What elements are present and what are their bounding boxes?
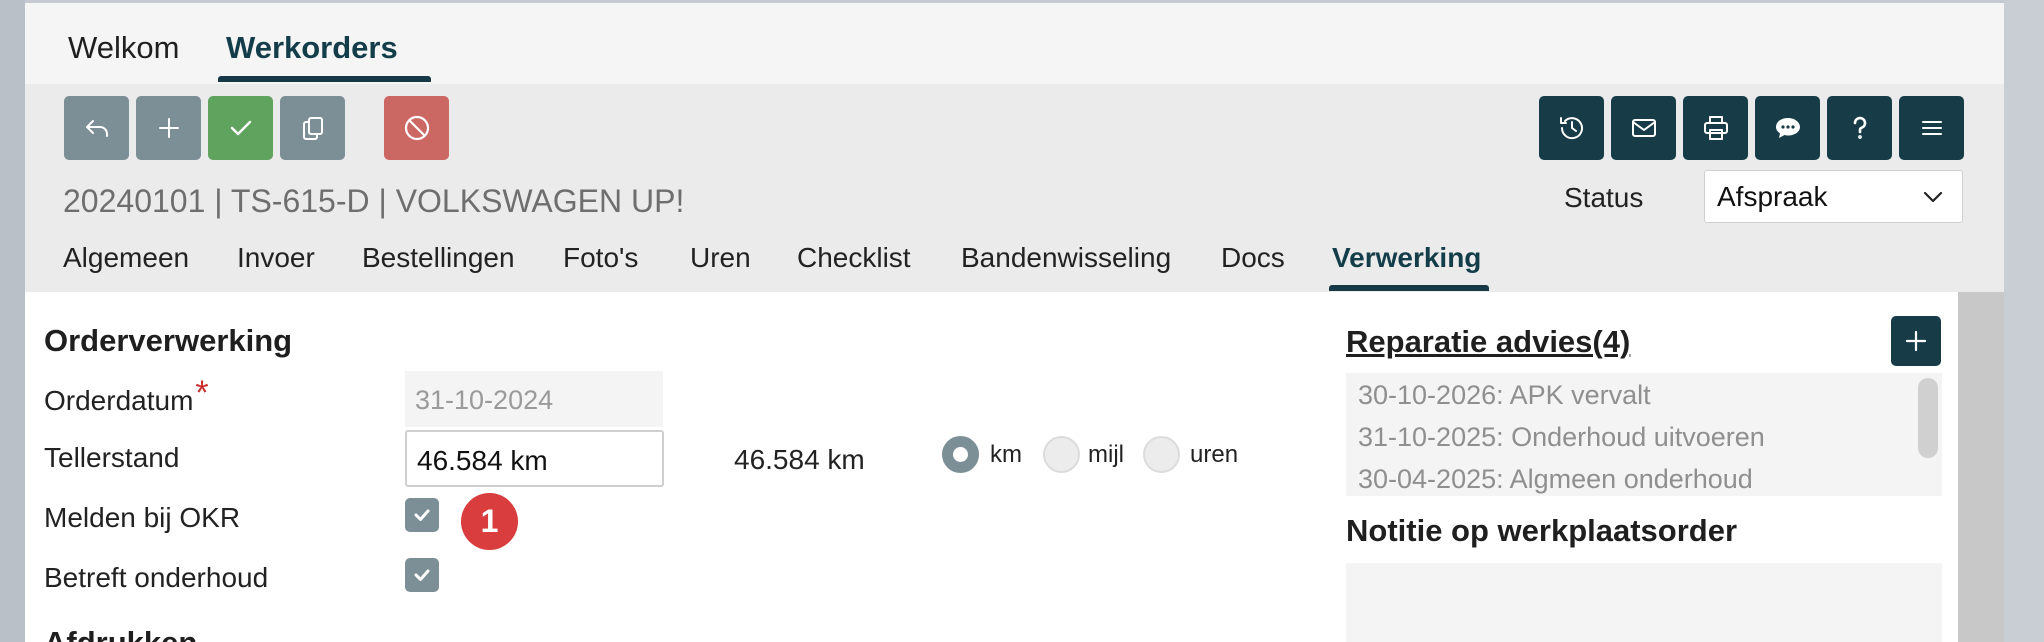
reparatie-advies-link[interactable]: Reparatie advies(4) — [1346, 324, 1630, 360]
active-subtab-indicator — [1329, 285, 1489, 291]
menu-button[interactable] — [1899, 96, 1964, 160]
step-badge: 1 — [461, 493, 518, 550]
undo-icon — [85, 120, 108, 137]
chat-button[interactable] — [1755, 96, 1820, 160]
history-button[interactable] — [1539, 96, 1604, 160]
tab-algemeen[interactable]: Algemeen — [63, 242, 189, 274]
add-advice-button[interactable] — [1891, 316, 1941, 366]
advice-list[interactable]: 30-10-2026: APK vervalt 31-10-2025: Onde… — [1346, 373, 1942, 496]
tab-bestellingen[interactable]: Bestellingen — [362, 242, 515, 274]
tab-checklist[interactable]: Checklist — [797, 242, 911, 274]
orderdatum-field[interactable]: 31-10-2024 — [405, 371, 663, 427]
record-title: 20240101 | TS-615-D | VOLKSWAGEN UP! — [63, 183, 685, 219]
note-title: Notitie op werkplaatsorder — [1346, 513, 1738, 548]
tab-bandenwisseling[interactable]: Bandenwisseling — [961, 242, 1171, 274]
record-header: 20240101 | TS-615-D | VOLKSWAGEN UP! Sta… — [25, 84, 2004, 292]
plus-icon — [1905, 330, 1927, 352]
menu-icon — [1921, 121, 1942, 135]
required-marker: * — [195, 374, 209, 412]
radio-mijl[interactable] — [1043, 436, 1080, 473]
status-value: Afspraak — [1717, 181, 1828, 212]
tellerstand-display: 46.584 km — [734, 444, 865, 475]
print-icon — [1703, 116, 1728, 140]
tab-welkom[interactable]: Welkom — [68, 30, 179, 66]
onderhoud-label: Betreft onderhoud — [44, 562, 269, 593]
history-icon — [1559, 117, 1583, 140]
radio-uren[interactable] — [1143, 436, 1180, 473]
chevron-down-icon — [1923, 191, 1943, 203]
orderverwerking-title: Orderverwerking — [44, 323, 293, 358]
list-item[interactable]: 30-10-2026: APK vervalt — [1358, 380, 1651, 411]
radio-km-label: km — [990, 441, 1022, 468]
chat-icon — [1775, 118, 1800, 138]
radio-uren-label: uren — [1190, 441, 1239, 468]
plus-icon — [158, 118, 179, 138]
right-window-edge — [2004, 0, 2044, 642]
status-select[interactable]: Afspraak — [1704, 170, 1963, 223]
cancel-icon — [404, 115, 429, 141]
add-button[interactable] — [136, 96, 201, 160]
note-textarea[interactable] — [1346, 563, 1942, 642]
afdrukken-title: Afdrukken — [44, 625, 197, 642]
tab-werkorders[interactable]: Werkorders — [226, 30, 398, 66]
tab-uren[interactable]: Uren — [690, 242, 751, 274]
tab-invoer[interactable]: Invoer — [237, 242, 315, 274]
status-label: Status — [1564, 182, 1644, 213]
workorder-app: Welkom Werkorders 20240101 | TS-615-D | … — [25, 3, 2004, 642]
save-button[interactable] — [208, 96, 273, 160]
tab-verwerking[interactable]: Verwerking — [1332, 242, 1481, 274]
tellerstand-input[interactable]: 46.584 km — [405, 430, 664, 487]
tellerstand-label: Tellerstand — [44, 442, 180, 473]
mail-button[interactable] — [1611, 96, 1676, 160]
checkmark-icon — [414, 569, 430, 581]
print-button[interactable] — [1683, 96, 1748, 160]
advice-scrollbar[interactable] — [1918, 378, 1938, 458]
okr-label: Melden bij OKR — [44, 502, 241, 533]
panel-scrollbar[interactable] — [1958, 292, 2004, 642]
tab-docs[interactable]: Docs — [1221, 242, 1285, 274]
copy-button[interactable] — [280, 96, 345, 160]
left-window-edge — [0, 0, 25, 642]
radio-mijl-label: mijl — [1088, 441, 1124, 468]
list-item[interactable]: 31-10-2025: Onderhoud uitvoeren — [1358, 422, 1765, 453]
checkmark-icon — [414, 509, 430, 521]
tab-fotos[interactable]: Foto's — [563, 242, 638, 274]
mail-icon — [1631, 119, 1656, 137]
onderhoud-checkbox[interactable] — [405, 558, 439, 592]
copy-icon — [302, 117, 323, 140]
help-button[interactable] — [1827, 96, 1892, 160]
list-item[interactable]: 30-04-2025: Algmeen onderhoud — [1358, 464, 1753, 495]
active-tab-indicator — [218, 76, 431, 82]
okr-checkbox[interactable] — [405, 498, 439, 532]
undo-button[interactable] — [64, 96, 129, 160]
radio-km[interactable] — [942, 436, 979, 473]
orderdatum-label: Orderdatum* — [44, 374, 209, 416]
top-tab-bar: Welkom Werkorders — [25, 3, 2004, 84]
help-icon — [1853, 116, 1866, 139]
cancel-button[interactable] — [384, 96, 449, 160]
check-icon — [230, 120, 251, 136]
